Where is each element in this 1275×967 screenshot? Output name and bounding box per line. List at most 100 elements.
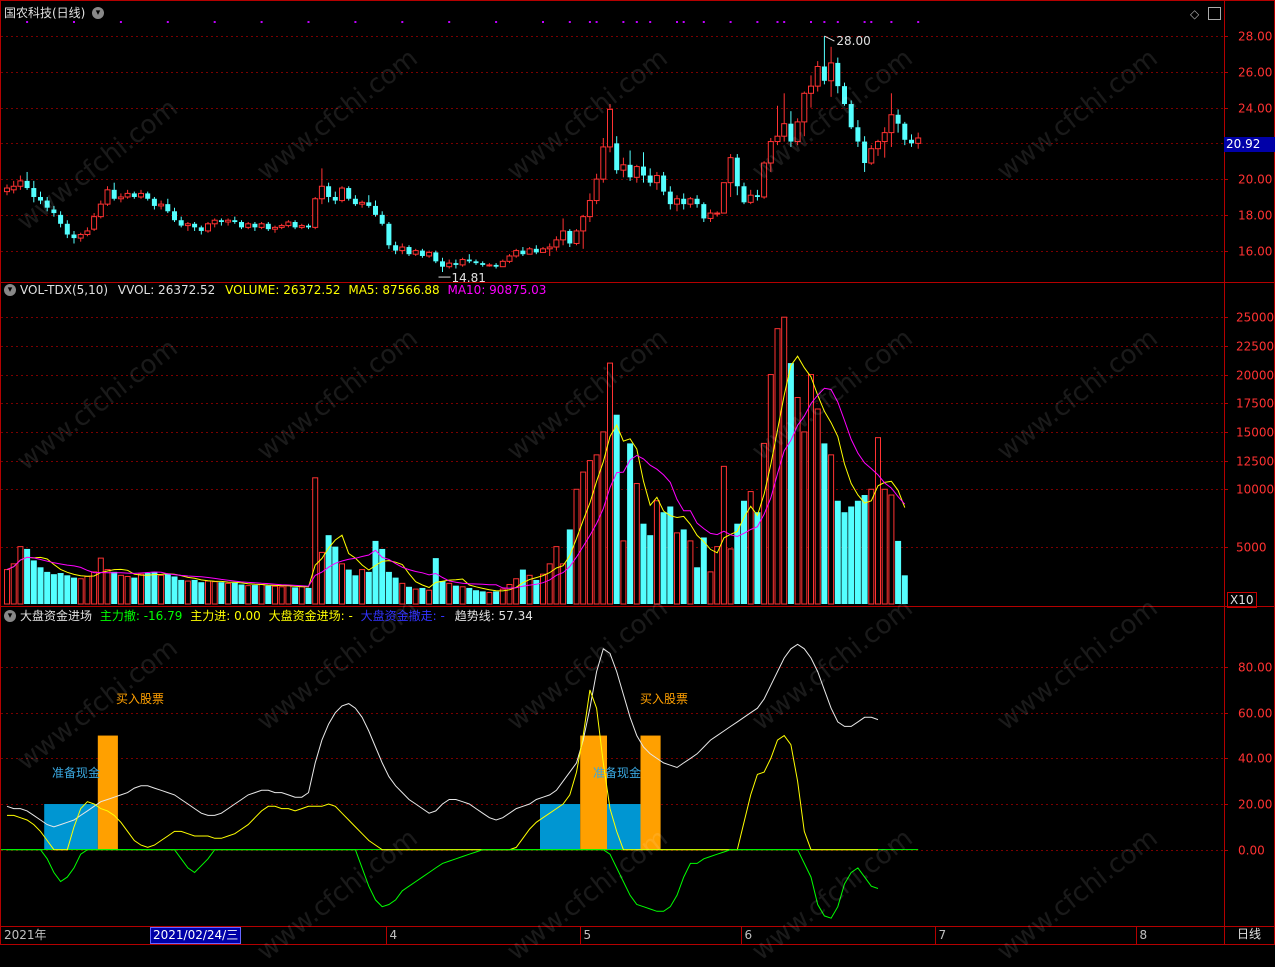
volume-bar-down	[834, 500, 841, 604]
candle-body-down	[265, 223, 271, 230]
candle-body-down	[681, 198, 687, 205]
candle-body-down	[835, 62, 841, 87]
signal-dot	[917, 21, 920, 23]
candle-body-up	[767, 141, 774, 164]
fund-tick-label: 40.00	[1238, 752, 1272, 766]
candle-body-down	[466, 259, 472, 262]
volume-bar-up	[459, 586, 466, 605]
fund-collapse-icon[interactable]: ▾	[4, 610, 16, 622]
candle-body-down	[440, 261, 445, 267]
volume-bar-up	[124, 575, 131, 605]
candle-body-up	[868, 148, 875, 164]
market-in-label: 大盘资金进场: -	[268, 609, 353, 623]
volume-bar-down	[251, 585, 258, 604]
volume-bar-up	[761, 442, 768, 605]
candle-body-down	[151, 198, 157, 206]
candle-body-up	[446, 262, 453, 268]
volume-bar-down	[680, 529, 687, 604]
signal-dot	[890, 21, 893, 23]
candle-body-up	[97, 203, 104, 218]
date-axis-first: 2021年	[4, 928, 47, 942]
volume-bar-down	[131, 577, 138, 604]
volume-bar-up	[687, 540, 694, 605]
collapse-icon[interactable]: ▾	[92, 7, 104, 19]
volume-bar-up	[506, 583, 513, 605]
date-cursor-label: 2021/02/24/三	[150, 927, 242, 944]
candle-body-down	[701, 204, 707, 219]
candle-body-down	[533, 248, 539, 253]
volume-bar-up	[808, 374, 814, 605]
inflow-label: 主力进: 0.00	[190, 609, 261, 623]
candle-body-up	[4, 187, 10, 193]
candle-body-down	[862, 141, 868, 164]
volume-bar-down	[861, 495, 868, 604]
candle-body-up	[278, 225, 285, 228]
candle-body-down	[198, 227, 204, 231]
volume-bar-up	[339, 563, 345, 605]
period-button[interactable]: 日线	[1237, 927, 1261, 942]
fund-tick-label: 60.00	[1238, 707, 1272, 721]
volume-bar-down	[452, 585, 459, 604]
candle-body-up	[104, 189, 111, 205]
fund-tick-label: 20.00	[1238, 798, 1272, 812]
volume-bar-up	[674, 532, 680, 605]
candle-body-down	[373, 205, 378, 215]
signal-dot	[635, 21, 638, 23]
candle-body-up	[540, 248, 546, 253]
volume-tick-label: 25000	[1236, 311, 1274, 325]
candle-body-up	[747, 194, 754, 203]
volume-bar-down	[432, 558, 439, 604]
volume-bar-up	[540, 573, 546, 605]
candle-body-up	[808, 85, 814, 94]
volume-bar-down	[895, 540, 902, 604]
candle-body-down	[614, 143, 620, 171]
volume-tick-label: 17500	[1236, 397, 1274, 411]
vol-collapse-icon[interactable]: ▾	[4, 284, 16, 296]
candle-body-down	[292, 222, 298, 228]
signal-dot	[260, 21, 263, 23]
volume-bar-up	[97, 557, 104, 605]
volume-bar-down	[493, 591, 500, 604]
price-tick-label: 16.00	[1238, 245, 1272, 259]
candle-body-up	[553, 239, 560, 248]
candle-body-up	[84, 230, 91, 236]
volume-bar-down	[191, 579, 198, 604]
volume-bar-down	[218, 582, 225, 604]
candle-body-up	[620, 164, 627, 171]
signal-dot	[682, 21, 685, 23]
candle-body-down	[788, 123, 794, 142]
volume-bar-down	[821, 443, 828, 604]
candle-body-down	[520, 250, 526, 255]
buy-signal-bar	[97, 735, 118, 850]
volume-bar-down	[700, 537, 707, 604]
restore-icon[interactable]	[1208, 7, 1221, 20]
candle-body-up	[124, 192, 131, 198]
volume-bar-down	[144, 573, 151, 604]
volume-bar-up	[513, 578, 520, 605]
candle-body-down	[145, 193, 151, 199]
candle-body-up	[211, 219, 218, 225]
candle-body-down	[386, 223, 392, 246]
candle-body-down	[192, 223, 198, 228]
volume-bar-up	[104, 569, 111, 605]
candle-body-up	[814, 65, 821, 87]
candle-body-down	[64, 223, 70, 235]
candle-body-down	[647, 175, 653, 183]
volume-bar-up	[84, 575, 91, 605]
volume-bar-up	[560, 563, 567, 605]
volume-label: VOLUME: 26372.52	[225, 283, 341, 297]
volume-bar-up	[801, 431, 808, 605]
volume-bar-down	[613, 414, 620, 604]
volume-bar-up	[486, 592, 493, 605]
diamond-icon[interactable]: ◇	[1190, 7, 1199, 21]
volume-bar-down	[660, 512, 667, 604]
candle-body-up	[633, 166, 640, 178]
signal-dot	[870, 21, 873, 23]
volume-bar-down	[627, 443, 634, 604]
candle-body-down	[165, 204, 171, 212]
signal-dot	[588, 21, 591, 23]
volume-bar-up	[245, 585, 252, 605]
candle-body-up	[573, 230, 580, 244]
candle-body-up	[312, 198, 319, 228]
volume-bar-up	[158, 574, 165, 605]
